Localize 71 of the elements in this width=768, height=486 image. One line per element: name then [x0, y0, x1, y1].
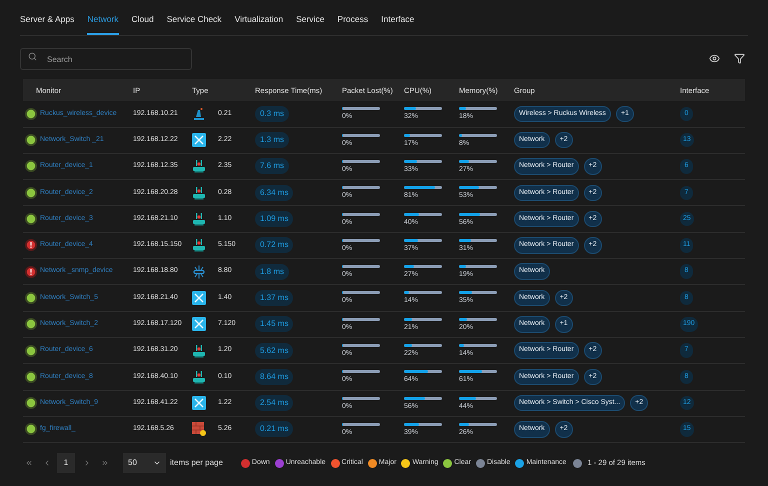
usage-bar — [459, 107, 497, 110]
usage-bar — [342, 318, 380, 321]
usage-bar — [404, 370, 442, 374]
response-time: 0.72 ms — [255, 237, 294, 254]
nav-tab[interactable]: Process — [337, 12, 368, 35]
response-time: 1.3 ms — [255, 132, 290, 148]
usage-bar — [404, 344, 442, 348]
usage-bar — [342, 265, 380, 268]
per-page-label: items per page — [170, 457, 223, 470]
response-time: 1.09 ms — [255, 211, 294, 228]
eye-icon[interactable] — [709, 52, 720, 64]
usage-bar — [342, 107, 380, 110]
nav-tab[interactable]: Virtualization — [234, 12, 284, 35]
usage-bar — [342, 186, 380, 190]
filter-icon[interactable] — [734, 52, 745, 64]
response-time: 1.8 ms — [255, 264, 290, 280]
usage-bar — [342, 212, 380, 216]
usage-bar — [459, 370, 497, 374]
usage-bar — [404, 160, 442, 163]
nav-tab[interactable]: Service — [296, 12, 324, 35]
nav-tab[interactable]: Interface — [381, 12, 414, 35]
usage-bar — [404, 265, 442, 268]
usage-bar — [459, 291, 497, 294]
response-time: 5.62 ms — [255, 342, 294, 359]
page-size-select[interactable]: 50 — [123, 453, 166, 474]
page-button[interactable]: 1 — [57, 453, 75, 474]
usage-bar — [459, 422, 497, 426]
usage-bar — [459, 344, 497, 348]
usage-bar — [459, 318, 497, 321]
usage-bar — [459, 396, 497, 400]
usage-bar — [342, 134, 380, 137]
usage-bar — [404, 396, 442, 400]
usage-bar — [404, 238, 442, 242]
usage-bar — [459, 186, 497, 190]
usage-bar — [459, 212, 497, 216]
search-icon — [28, 52, 37, 62]
first-page-icon[interactable] — [25, 459, 33, 468]
next-page-icon[interactable] — [83, 459, 91, 468]
last-page-icon[interactable] — [101, 459, 109, 468]
usage-bar — [404, 212, 442, 216]
usage-bar — [342, 422, 380, 426]
usage-bar — [404, 107, 442, 110]
usage-bar — [404, 318, 442, 321]
response-time: 2.54 ms — [255, 395, 294, 412]
usage-bar — [342, 291, 380, 294]
search-field[interactable]: Search — [20, 48, 192, 70]
response-time: 6.34 ms — [255, 184, 294, 201]
nav-tab[interactable]: Service Check — [166, 12, 222, 35]
previous-page-icon[interactable] — [43, 459, 51, 468]
usage-bar — [459, 238, 497, 242]
response-time: 8.64 ms — [255, 368, 294, 385]
usage-bar — [459, 160, 497, 163]
response-time: 1.37 ms — [255, 290, 294, 306]
usage-bar — [404, 291, 442, 294]
usage-bar — [342, 238, 380, 242]
usage-bar — [342, 160, 380, 163]
usage-bar — [404, 186, 442, 190]
usage-bar — [459, 265, 497, 268]
response-time: 7.6 ms — [255, 158, 290, 174]
nav-tab[interactable]: Server & Apps — [20, 12, 74, 35]
usage-bar — [459, 134, 497, 137]
usage-bar — [404, 422, 442, 426]
usage-bar — [342, 344, 380, 348]
nav-tab[interactable]: Network — [87, 12, 119, 35]
response-time: 0.3 ms — [255, 106, 290, 122]
response-time: 0.21 ms — [255, 421, 294, 438]
nav-tab[interactable]: Cloud — [132, 12, 154, 35]
usage-bar — [404, 134, 442, 137]
usage-bar — [342, 396, 380, 400]
usage-bar — [342, 370, 380, 374]
response-time: 1.45 ms — [255, 316, 294, 332]
